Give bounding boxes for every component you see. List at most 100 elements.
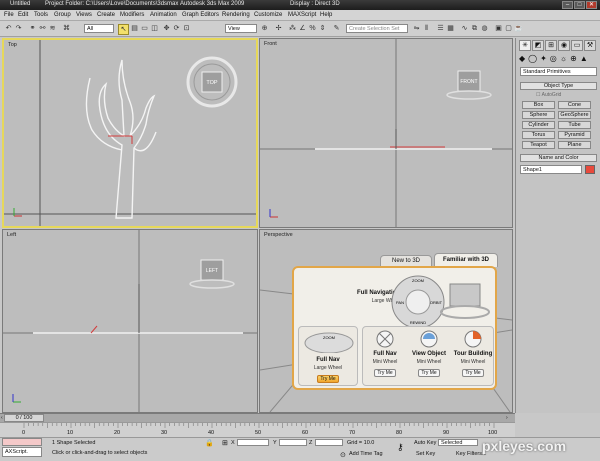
- try-me-tour-building-button[interactable]: Try Me: [462, 369, 484, 377]
- window-crossing-icon[interactable]: ◫: [150, 24, 159, 33]
- next-frame-icon[interactable]: ›: [506, 415, 512, 421]
- select-manipulate-icon[interactable]: ✢: [274, 24, 283, 33]
- layer-manager-icon[interactable]: ☰: [436, 24, 445, 33]
- title-bar: Untitled Project Folder: C:\Users\Love\D…: [0, 0, 600, 10]
- viewport-left[interactable]: Left LEFT: [2, 229, 258, 413]
- tube-button[interactable]: Tube: [558, 121, 591, 129]
- menu-group[interactable]: Group: [54, 12, 71, 18]
- redo-icon[interactable]: ↷: [14, 24, 23, 33]
- cone-button[interactable]: Cone: [558, 101, 591, 109]
- name-and-color-section[interactable]: Name and Color: [520, 154, 597, 162]
- rendered-frame-icon[interactable]: ▢: [504, 24, 513, 33]
- link-icon[interactable]: ⚭: [28, 24, 37, 33]
- undo-icon[interactable]: ↶: [4, 24, 13, 33]
- menu-help[interactable]: Help: [320, 12, 332, 18]
- display-tab-icon[interactable]: ▭: [571, 40, 583, 51]
- motion-tab-icon[interactable]: ◉: [558, 40, 570, 51]
- hierarchy-tab-icon[interactable]: ⊞: [545, 40, 557, 51]
- x-coord-field[interactable]: [237, 439, 269, 446]
- menu-create[interactable]: Create: [97, 12, 115, 18]
- key-mode-dropdown[interactable]: Selected: [438, 439, 478, 446]
- lock-selection-icon[interactable]: 🔒: [205, 439, 214, 447]
- geosphere-button[interactable]: GeoSphere: [558, 111, 591, 119]
- set-key-button[interactable]: Set Key: [416, 451, 435, 457]
- region-select-icon[interactable]: ▭: [140, 24, 149, 33]
- selection-filter-dropdown[interactable]: All: [84, 24, 114, 33]
- time-slider-thumb[interactable]: 0 / 100: [4, 414, 44, 422]
- menu-file[interactable]: File: [4, 12, 14, 18]
- scale-icon[interactable]: ⊡: [182, 24, 191, 33]
- curve-editor-icon[interactable]: ∿: [460, 24, 469, 33]
- schematic-view-icon[interactable]: ⧉: [470, 24, 479, 33]
- z-coord-field[interactable]: [315, 439, 343, 446]
- move-icon[interactable]: ✥: [162, 24, 171, 33]
- spinner-snap-icon[interactable]: ⇕: [318, 24, 327, 33]
- teapot-button[interactable]: Teapot: [522, 141, 555, 149]
- named-selection-sets-field[interactable]: Create Selection Set: [346, 24, 408, 33]
- menu-tools[interactable]: Tools: [34, 12, 48, 18]
- align-icon[interactable]: ⫴: [422, 24, 431, 33]
- menu-graph-editors[interactable]: Graph Editors: [182, 12, 219, 18]
- edit-named-selection-icon[interactable]: ✎: [332, 24, 341, 33]
- graphite-ribbon-icon[interactable]: ▦: [446, 24, 455, 33]
- object-color-swatch[interactable]: [585, 165, 595, 174]
- time-tag-icon[interactable]: ⊙: [340, 451, 346, 459]
- menu-maxscript[interactable]: MAXScript: [288, 12, 316, 18]
- menu-customize[interactable]: Customize: [254, 12, 282, 18]
- reference-coordinate-dropdown[interactable]: View: [225, 24, 257, 33]
- torus-button[interactable]: Torus: [522, 131, 555, 139]
- time-slider[interactable]: 0 / 100 ‹ ›: [0, 413, 515, 422]
- menu-rendering[interactable]: Rendering: [222, 12, 250, 18]
- sphere-button[interactable]: Sphere: [522, 111, 555, 119]
- render-setup-icon[interactable]: ▣: [494, 24, 503, 33]
- mirror-icon[interactable]: ⇋: [412, 24, 421, 33]
- snap-toggle-icon[interactable]: ⁂: [288, 24, 297, 33]
- select-by-name-icon[interactable]: ▤: [130, 24, 139, 33]
- minimize-button[interactable]: –: [562, 1, 573, 9]
- tab-familiar-with-3d[interactable]: Familiar with 3D: [434, 253, 498, 267]
- select-object-icon[interactable]: ↖: [118, 24, 129, 35]
- primitives-dropdown[interactable]: Standard Primitives: [520, 67, 597, 76]
- create-tab-icon[interactable]: ✳: [519, 40, 531, 51]
- pivot-center-icon[interactable]: ⊕: [260, 24, 269, 33]
- key-icon[interactable]: ⚷: [397, 442, 404, 453]
- prev-frame-icon[interactable]: ‹: [1, 415, 4, 421]
- pyramid-button[interactable]: Pyramid: [558, 131, 591, 139]
- close-button[interactable]: ✕: [586, 1, 597, 9]
- try-me-full-nav-large-button[interactable]: Try Me: [317, 375, 339, 383]
- bind-spacewarp-icon[interactable]: ≋: [48, 24, 57, 33]
- autogrid-checkbox[interactable]: ☐ AutoGrid: [536, 92, 586, 99]
- percent-snap-icon[interactable]: %: [308, 24, 317, 33]
- menu-animation[interactable]: Animation: [150, 12, 177, 18]
- plane-button[interactable]: Plane: [558, 141, 591, 149]
- object-name-field[interactable]: Shape1: [520, 165, 582, 174]
- viewport-front[interactable]: Front FRONT: [259, 38, 513, 228]
- menu-views[interactable]: Views: [76, 12, 92, 18]
- absolute-mode-icon[interactable]: ⊞: [222, 439, 228, 447]
- menu-edit[interactable]: Edit: [18, 12, 28, 18]
- maxscript-listener-input[interactable]: AXScript.: [2, 447, 42, 457]
- angle-snap-icon[interactable]: ∠: [298, 24, 307, 33]
- y-coord-field[interactable]: [279, 439, 307, 446]
- object-type-section[interactable]: Object Type: [520, 82, 597, 90]
- try-me-view-object-button[interactable]: Try Me: [418, 369, 440, 377]
- cylinder-button[interactable]: Cylinder: [522, 121, 555, 129]
- maxscript-listener-top[interactable]: [2, 438, 42, 446]
- utilities-tab-icon[interactable]: ⚒: [584, 40, 596, 51]
- try-me-full-nav-mini-button[interactable]: Try Me: [374, 369, 396, 377]
- maximize-button[interactable]: □: [574, 1, 585, 9]
- rotate-icon[interactable]: ⟳: [172, 24, 181, 33]
- create-category-icons[interactable]: ◆◯✦◎☼⊕▲: [519, 54, 598, 64]
- menu-modifiers[interactable]: Modifiers: [120, 12, 144, 18]
- material-editor-icon[interactable]: ◍: [480, 24, 489, 33]
- track-bar[interactable]: 0 10 20 30 40 50 60 70 80 90 100: [0, 422, 515, 437]
- add-time-tag[interactable]: Add Time Tag: [349, 451, 383, 457]
- viewcube-left-label: LEFT: [206, 268, 218, 274]
- auto-key-button[interactable]: Auto Key: [414, 440, 436, 446]
- link-hierarchy-icon[interactable]: ⌘: [62, 24, 71, 33]
- box-button[interactable]: Box: [522, 101, 555, 109]
- quick-render-icon[interactable]: ☕: [514, 24, 523, 33]
- viewport-top[interactable]: Top TOP: [2, 38, 258, 228]
- unlink-icon[interactable]: ⚯: [38, 24, 47, 33]
- modify-tab-icon[interactable]: ◩: [532, 40, 544, 51]
